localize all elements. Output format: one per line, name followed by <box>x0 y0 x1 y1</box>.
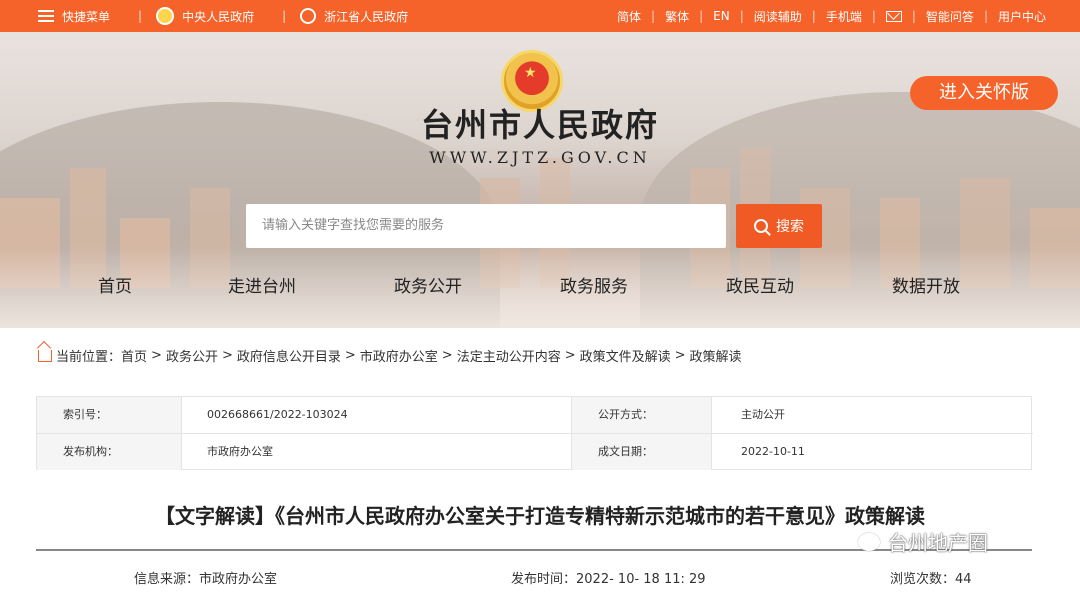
breadcrumb-item[interactable]: 政策文件及解读 <box>580 346 671 365</box>
simplified-link[interactable]: 简体 <box>607 8 651 25</box>
user-center-link[interactable]: 用户中心 <box>988 8 1056 25</box>
divider: | <box>911 9 916 23</box>
divider: | <box>871 9 876 23</box>
care-version-button[interactable]: 进入关怀版 <box>910 76 1058 110</box>
site-url: WWW.ZJTZ.GOV.CN <box>429 148 651 167</box>
views-label: 浏览次数： <box>890 572 956 587</box>
smart-qa-link[interactable]: 智能问答 <box>916 8 984 25</box>
article-title: 【文字解读】《台州市人民政府办公室关于打造专精特新示范城市的若干意见》政策解读 <box>155 504 925 528</box>
breadcrumb-item[interactable]: 政策解读 <box>690 346 742 365</box>
menu-icon <box>38 10 54 22</box>
wechat-icon <box>858 532 880 551</box>
search-input[interactable]: 请输入关键字查找您需要的服务 <box>246 204 726 248</box>
watermark-text: 台州地产圈 <box>888 531 988 555</box>
breadcrumb-separator: > <box>564 348 576 363</box>
search-button[interactable]: 搜索 <box>736 204 822 248</box>
nav-about-taizhou[interactable]: 走进台州 <box>228 272 296 297</box>
watermark: 台州地产圈 <box>858 527 988 556</box>
quick-menu-button[interactable]: 快捷菜单 <box>38 8 110 25</box>
nav-interaction[interactable]: 政民互动 <box>726 272 794 297</box>
breadcrumb-item[interactable]: 市政府办公室 <box>360 346 438 365</box>
breadcrumb-separator: > <box>441 348 453 363</box>
traditional-link[interactable]: 繁体 <box>655 8 699 25</box>
breadcrumb-separator: > <box>674 348 686 363</box>
main-nav: 首页 走进台州 政务公开 政务服务 政民互动 数据开放 <box>0 272 1080 308</box>
nav-gov-services[interactable]: 政务服务 <box>560 272 628 297</box>
divider: | <box>138 9 143 23</box>
info-time: 发布时间：2022- 10- 18 11: 29 <box>511 568 706 587</box>
breadcrumb-item[interactable]: 首页 <box>121 346 147 365</box>
zhejiang-logo-icon <box>300 8 317 24</box>
divider: | <box>282 9 287 23</box>
nav-home[interactable]: 首页 <box>98 272 132 297</box>
time-label: 发布时间： <box>511 572 577 587</box>
source-label: 信息来源： <box>134 572 200 587</box>
header-banner: 台州市人民政府 WWW.ZJTZ.GOV.CN 进入关怀版 请输入关键字查找您需… <box>0 32 1080 328</box>
views-value: 44 <box>955 572 972 587</box>
nav-open-data[interactable]: 数据开放 <box>892 272 960 297</box>
source-value: 市政府办公室 <box>199 572 278 587</box>
central-gov-link[interactable]: 中央人民政府 <box>156 7 254 25</box>
divider: | <box>739 9 744 23</box>
table-row: 索引号： 002668661/2022-103024 公开方式： 主动公开 <box>37 397 1033 434</box>
breadcrumb-item[interactable]: 法定主动公开内容 <box>457 346 561 365</box>
breadcrumb-separator: > <box>221 348 233 363</box>
document-meta-table: 索引号： 002668661/2022-103024 公开方式： 主动公开 发布… <box>36 396 1033 471</box>
mobile-link[interactable]: 手机端 <box>816 8 872 25</box>
index-number-value: 002668661/2022-103024 <box>181 397 571 433</box>
zj-gov-label: 浙江省人民政府 <box>324 9 409 24</box>
central-gov-label: 中央人民政府 <box>182 9 255 24</box>
search-button-label: 搜索 <box>776 219 804 235</box>
divider: | <box>699 9 704 23</box>
divider: | <box>651 9 656 23</box>
breadcrumb-item[interactable]: 政务公开 <box>166 346 218 365</box>
written-date-value: 2022-10-11 <box>711 434 1033 470</box>
home-icon <box>38 349 52 362</box>
nav-gov-affairs-open[interactable]: 政务公开 <box>394 272 462 297</box>
top-bar: 快捷菜单 | 中央人民政府 | 浙江省人民政府 简体 | 繁体 | EN | 阅读辅助… <box>0 0 1080 32</box>
written-date-key: 成文日期： <box>571 434 711 470</box>
breadcrumb-label: 当前位置： <box>56 350 122 365</box>
info-views: 浏览次数：44 <box>890 568 972 587</box>
breadcrumb-separator: > <box>344 348 356 363</box>
divider: | <box>811 9 816 23</box>
info-source: 信息来源：市政府办公室 <box>134 568 277 587</box>
publish-method-value: 主动公开 <box>711 397 1033 433</box>
quick-menu-label: 快捷菜单 <box>62 9 111 24</box>
search-icon <box>754 219 768 233</box>
publish-method-key: 公开方式： <box>571 397 711 433</box>
divider: | <box>983 9 988 23</box>
publisher-key: 发布机构： <box>37 434 181 470</box>
mail-icon[interactable] <box>885 10 902 22</box>
reading-aid-link[interactable]: 阅读辅助 <box>744 8 812 25</box>
zj-gov-link[interactable]: 浙江省人民政府 <box>300 8 408 25</box>
national-emblem-icon <box>156 7 175 25</box>
breadcrumb: 当前位置： 首页 > 政务公开 > 政府信息公开目录 > 市政府办公室 > 法定主动公开… <box>38 346 742 365</box>
breadcrumb-item[interactable]: 政府信息公开目录 <box>237 346 341 365</box>
breadcrumb-separator: > <box>151 348 162 363</box>
time-value: 2022- 10- 18 11: 29 <box>576 572 706 587</box>
publisher-value: 市政府办公室 <box>181 434 571 470</box>
table-row: 发布机构： 市政府办公室 成文日期： 2022-10-11 <box>37 434 1033 471</box>
english-link[interactable]: EN <box>703 9 740 23</box>
index-number-key: 索引号： <box>37 397 181 433</box>
